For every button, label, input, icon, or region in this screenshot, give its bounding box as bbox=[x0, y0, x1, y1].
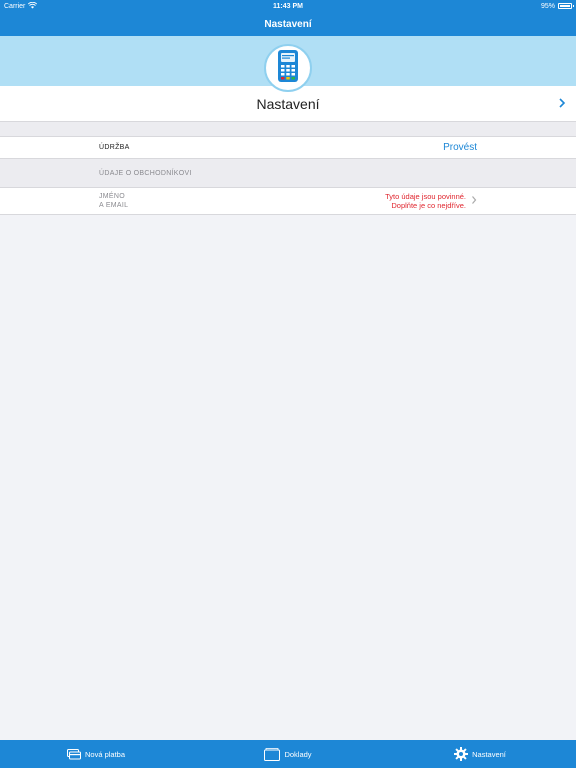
merchant-label-line2: A EMAIL bbox=[99, 201, 129, 209]
merchant-label-line1: JMÉNO bbox=[99, 193, 125, 200]
chevron-right-icon bbox=[558, 96, 566, 112]
card-terminal-icon bbox=[277, 49, 299, 88]
warning-line2: Doplňte je co nejdříve. bbox=[391, 200, 466, 210]
tab-settings[interactable]: Nastavení bbox=[384, 747, 576, 761]
status-bar: Carrier 11:43 PM 95% bbox=[0, 0, 576, 12]
section-spacer bbox=[0, 122, 576, 136]
required-warning: Tyto údaje jsou povinné. Doplňte je co n… bbox=[385, 192, 466, 210]
payment-icon bbox=[66, 748, 81, 760]
nav-title: Nastavení bbox=[264, 18, 312, 30]
maintenance-row: ÚDRŽBA Provést bbox=[0, 136, 576, 159]
merchant-section-title: ÚDAJE O OBCHODNÍKOVI bbox=[99, 170, 192, 177]
wifi-icon bbox=[28, 1, 38, 11]
navigation-bar: Nastavení bbox=[0, 12, 576, 36]
merchant-row-label: JMÉNO A EMAIL bbox=[99, 193, 128, 210]
gear-icon bbox=[454, 747, 469, 761]
receipts-icon bbox=[264, 747, 281, 761]
maintenance-action-button[interactable]: Provést bbox=[443, 142, 477, 153]
carrier-label: Carrier bbox=[4, 2, 26, 10]
profile-title: Nastavení bbox=[256, 95, 320, 112]
tab-receipts-label: Doklady bbox=[284, 749, 312, 759]
profile-avatar bbox=[264, 44, 312, 92]
merchant-name-email-row[interactable]: JMÉNO A EMAIL Tyto údaje jsou povinné. D… bbox=[0, 187, 576, 215]
tab-new-payment-label: Nová platba bbox=[84, 749, 126, 759]
battery-percent: 95% bbox=[540, 2, 555, 10]
status-left: Carrier bbox=[4, 1, 38, 11]
battery-icon bbox=[558, 3, 574, 9]
tab-bar: Nová platba Doklady Nastavení bbox=[0, 740, 576, 768]
tab-settings-label: Nastavení bbox=[472, 749, 506, 759]
maintenance-label: ÚDRŽBA bbox=[99, 144, 130, 151]
tab-new-payment[interactable]: Nová platba bbox=[0, 748, 192, 760]
chevron-right-icon bbox=[471, 195, 477, 208]
status-right: 95% bbox=[540, 2, 574, 10]
status-time: 11:43 PM bbox=[273, 2, 303, 10]
tab-receipts[interactable]: Doklady bbox=[192, 747, 384, 761]
merchant-section-header: ÚDAJE O OBCHODNÍKOVI bbox=[0, 159, 576, 187]
